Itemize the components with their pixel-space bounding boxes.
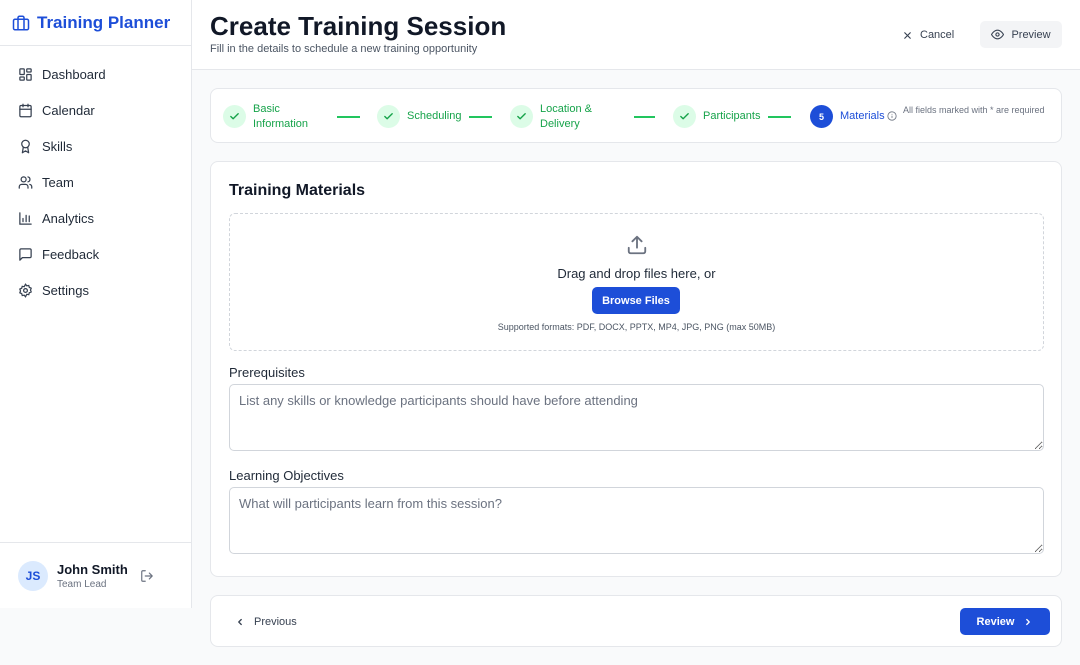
close-icon	[902, 30, 913, 41]
users-icon	[18, 175, 33, 190]
required-fields-note: All fields marked with * are required	[903, 105, 1045, 115]
previous-button-label: Previous	[254, 616, 297, 628]
message-icon	[18, 247, 33, 262]
step-participants[interactable]: Participants	[673, 89, 760, 144]
step-number: 5	[810, 105, 833, 128]
check-icon	[377, 105, 400, 128]
check-icon	[223, 105, 246, 128]
sidebar-item-feedback[interactable]: Feedback	[0, 236, 191, 272]
training-materials-card: Training Materials Drag and drop files h…	[210, 161, 1062, 577]
previous-button[interactable]: Previous	[235, 609, 297, 635]
step-label: Materials	[840, 110, 885, 122]
avatar[interactable]: JS	[18, 560, 48, 591]
learning-objectives-label: Learning Objectives	[229, 468, 344, 483]
sidebar-item-analytics[interactable]: Analytics	[0, 200, 191, 236]
app-title: Training Planner	[37, 12, 171, 32]
section-title: Training Materials	[229, 182, 366, 199]
gear-icon	[18, 282, 33, 298]
calendar-icon	[18, 103, 33, 118]
page-header: Create Training Session Fill in the deta…	[192, 0, 1080, 70]
step-label: Participants	[703, 110, 761, 122]
dropzone-text: Drag and drop files here, or	[557, 266, 716, 281]
chevron-right-icon	[1023, 617, 1033, 627]
logout-icon[interactable]	[140, 569, 154, 583]
file-dropzone[interactable]: Drag and drop files here, or Browse File…	[229, 213, 1044, 351]
review-button-label: Review	[976, 615, 1015, 628]
review-button[interactable]: Review	[960, 608, 1050, 635]
cancel-button[interactable]: Cancel	[896, 22, 960, 48]
prerequisites-textarea[interactable]	[229, 384, 1044, 451]
progress-stepper: Basic Information Scheduling Location & De…	[210, 88, 1062, 143]
supported-formats-text: Supported formats: PDF, DOCX, PPTX, MP4,…	[497, 322, 776, 332]
sidebar-item-label: Calendar	[42, 102, 95, 118]
prerequisites-label: Prerequisites	[229, 365, 305, 380]
step-materials[interactable]: 5 Materials	[810, 89, 885, 144]
page-subtitle: Fill in the details to schedule a new tr…	[210, 43, 478, 55]
sidebar-item-dashboard[interactable]: Dashboard	[0, 56, 191, 92]
step-connector	[768, 116, 791, 118]
sidebar-item-calendar[interactable]: Calendar	[0, 92, 191, 128]
user-name: John Smith	[57, 561, 128, 577]
bar-chart-icon	[18, 211, 33, 226]
user-profile: JS John Smith Team Lead	[0, 542, 191, 608]
preview-button[interactable]: Preview	[980, 21, 1062, 48]
sidebar-item-label: Dashboard	[42, 66, 106, 82]
step-connector	[469, 116, 492, 118]
chevron-left-icon	[235, 617, 245, 627]
brand[interactable]: Training Planner	[0, 0, 191, 46]
sidebar-nav: Dashboard Calendar Skills Team Analytics…	[0, 46, 191, 308]
info-icon	[887, 111, 897, 121]
check-icon	[673, 105, 696, 128]
step-scheduling[interactable]: Scheduling	[377, 89, 461, 144]
step-connector	[337, 116, 360, 118]
sidebar-item-skills[interactable]: Skills	[0, 128, 191, 164]
eye-icon	[991, 28, 1005, 41]
learning-objectives-textarea[interactable]	[229, 487, 1044, 554]
cancel-button-label: Cancel	[920, 29, 955, 41]
award-icon	[18, 139, 33, 154]
sidebar-item-label: Feedback	[42, 246, 100, 262]
dashboard-icon	[18, 67, 33, 82]
page-title: Create Training Session	[210, 11, 507, 41]
sidebar: Training Planner Dashboard Calendar Skil…	[0, 0, 192, 608]
sidebar-item-team[interactable]: Team	[0, 164, 191, 200]
form-navigation: Previous Review	[210, 595, 1062, 647]
sidebar-item-label: Team	[42, 174, 74, 190]
upload-icon	[626, 234, 648, 256]
step-label: Basic Information	[253, 102, 309, 130]
browse-files-button[interactable]: Browse Files	[592, 287, 680, 314]
sidebar-item-label: Settings	[42, 282, 89, 298]
user-info: John Smith Team Lead	[57, 562, 128, 590]
user-role: Team Lead	[57, 578, 107, 590]
step-location-delivery[interactable]: Location & Delivery	[510, 89, 592, 144]
step-basic-information[interactable]: Basic Information	[223, 89, 308, 144]
sidebar-item-label: Analytics	[42, 210, 95, 226]
briefcase-icon	[12, 14, 30, 32]
sidebar-item-label: Skills	[42, 138, 73, 154]
check-icon	[510, 105, 533, 128]
step-label: Scheduling	[407, 110, 462, 122]
step-connector	[634, 116, 655, 118]
sidebar-item-settings[interactable]: Settings	[0, 272, 191, 308]
preview-button-label: Preview	[1011, 28, 1051, 41]
step-label: Location & Delivery	[540, 102, 592, 130]
